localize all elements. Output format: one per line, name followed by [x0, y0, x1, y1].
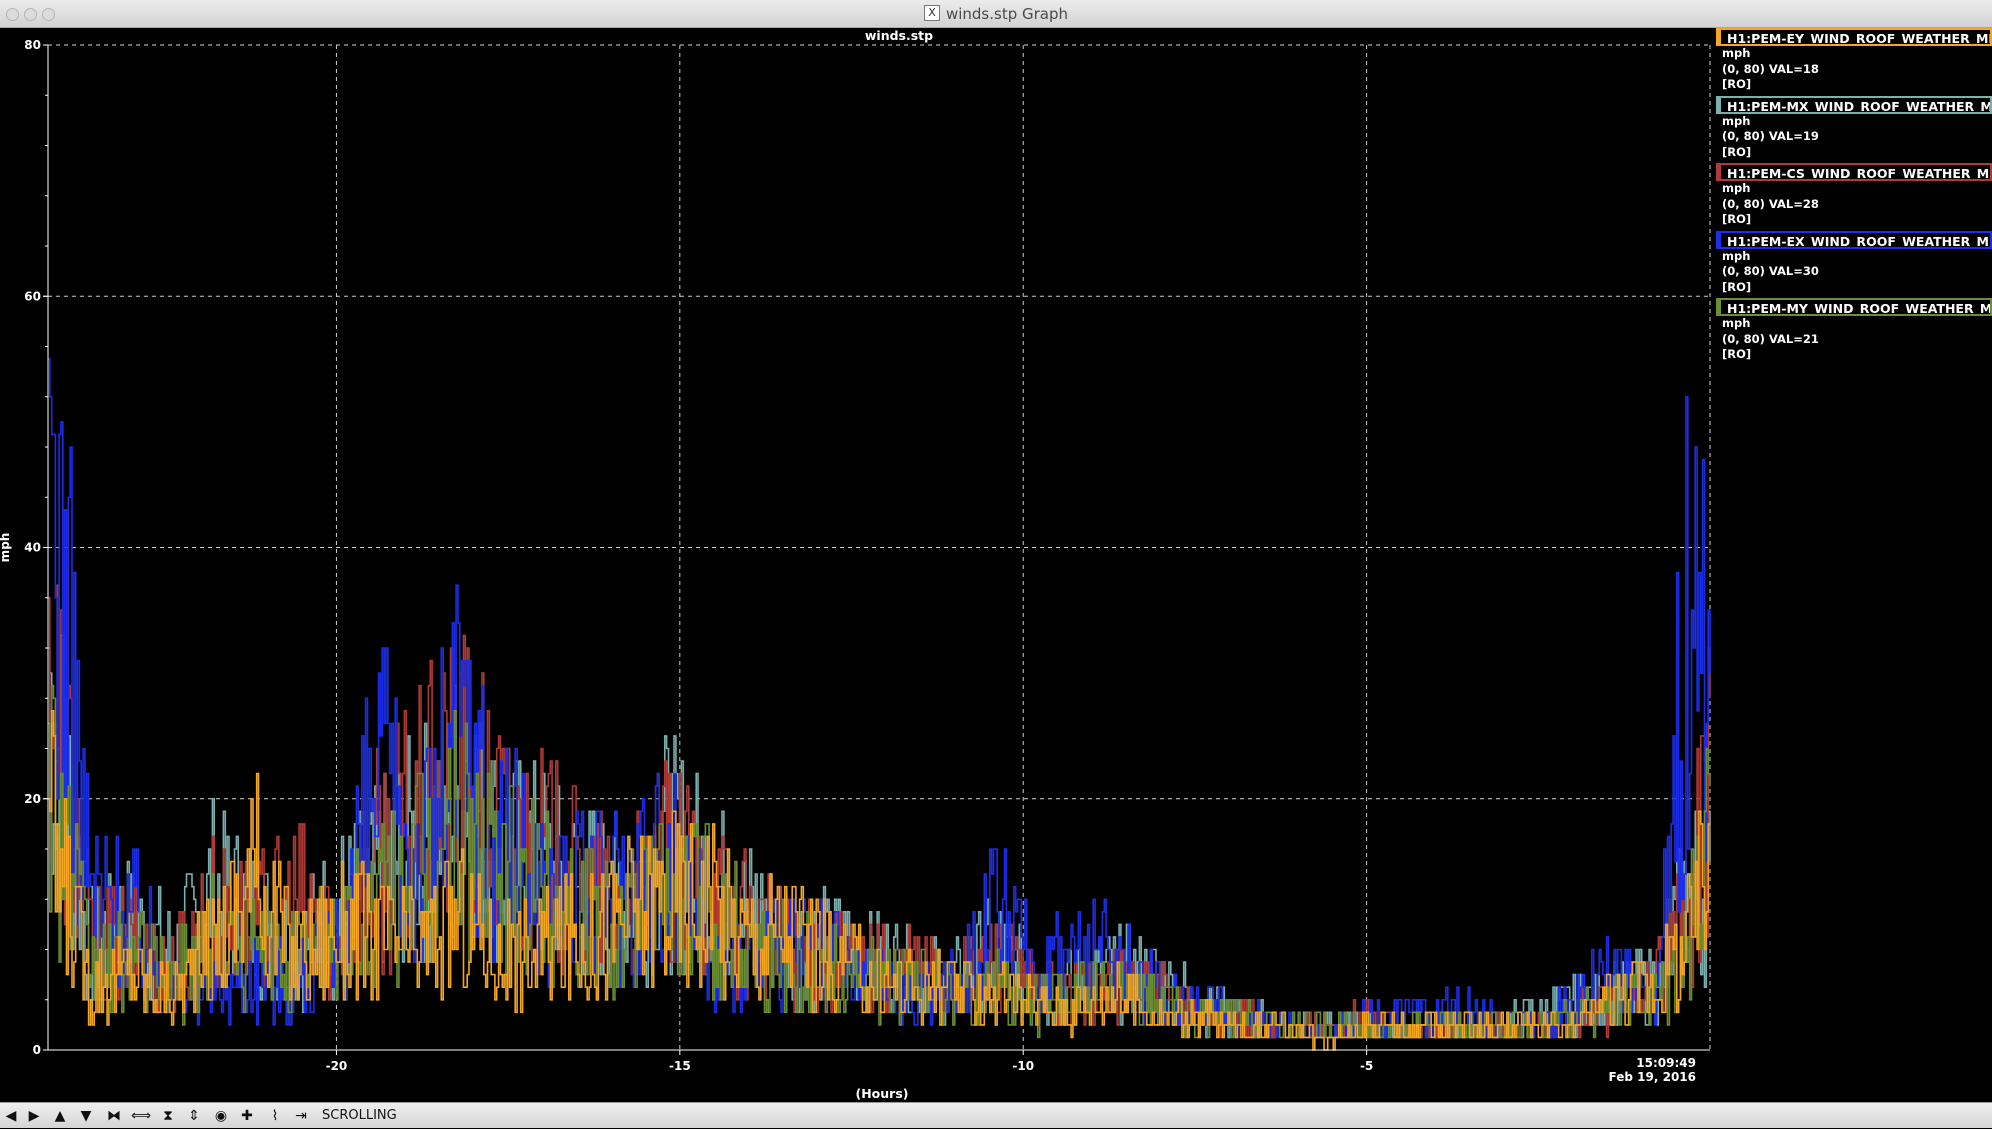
legend-range-value: (0, 80) VAL=30 [1722, 264, 1819, 278]
legend-channel-name[interactable]: H1:PEM-MY_WIND_ROOF_WEATHER_MPH [1716, 298, 1992, 316]
end-date-label: Feb 19, 2016 [1609, 1070, 1696, 1084]
bottom-toolbar: ◀ ▶ ▲ ▼ ⧓ ⟺ ⧗ ⇕ ◉ ✚ ⌇ ⇥ SCROLLING [0, 1102, 1992, 1128]
legend-mode: [RO] [1722, 212, 1752, 226]
legend-mode: [RO] [1722, 347, 1752, 361]
y-tick-label: 80 [24, 38, 41, 52]
legend-entry: H1:PEM-MX_WIND_ROOF_WEATHER_MPH mph (0, 80… [1716, 95, 1992, 161]
go-to-end-icon[interactable]: ⇥ [290, 1106, 312, 1126]
x-tick-label: -20 [326, 1059, 348, 1073]
legend-mode: [RO] [1722, 144, 1752, 159]
pan-right-icon[interactable]: ▶ [23, 1106, 45, 1126]
legend-channel-name[interactable]: H1:PEM-EX_WIND_ROOF_WEATHER_MPH [1716, 230, 1992, 249]
strip-chart[interactable]: 0 20 40 60 80 -20 -15 -10 -5 winds.stp (Hours) mph 1… [0, 28, 1716, 1102]
legend-channel-name[interactable]: H1:PEM-CS_WIND_ROOF_WEATHER_MPH [1716, 163, 1992, 181]
x-tick-label: -15 [669, 1059, 691, 1073]
legend-unit: mph [1722, 181, 1751, 195]
window-title-bar[interactable]: Xwinds.stp Graph [0, 0, 1992, 28]
zoom-out-horizontal-icon[interactable]: ⟺ [130, 1106, 152, 1126]
window-title-text: winds.stp Graph [945, 5, 1069, 23]
legend-unit: mph [1722, 113, 1751, 128]
x-axis-label: (Hours) [856, 1086, 909, 1101]
legend-range-value: (0, 80) VAL=28 [1722, 196, 1819, 211]
autoscale-icon[interactable]: ⌇ [264, 1106, 286, 1126]
end-time-label: 15:09:49 [1636, 1056, 1696, 1070]
legend-range-value: (0, 80) VAL=19 [1722, 129, 1819, 143]
channel-legend: H1:PEM-EY_WIND_ROOF_WEATHER_MPH mph (0, 80… [1716, 28, 1992, 366]
zoom-in-horizontal-icon[interactable]: ⧓ [103, 1106, 125, 1126]
legend-range-value: (0, 80) VAL=18 [1722, 61, 1819, 76]
x-tick-label: -5 [1360, 1059, 1373, 1073]
pan-left-icon[interactable]: ◀ [0, 1106, 22, 1126]
pan-up-icon[interactable]: ▲ [49, 1106, 71, 1126]
y-tick-label: 40 [24, 541, 41, 555]
legend-channel-name[interactable]: H1:PEM-EY_WIND_ROOF_WEATHER_MPH [1716, 28, 1992, 46]
y-tick-label: 20 [24, 792, 41, 806]
zoom-out-vertical-icon[interactable]: ⇕ [183, 1106, 205, 1126]
chart-title: winds.stp [865, 28, 933, 43]
legend-unit: mph [1722, 46, 1751, 60]
zoom-in-vertical-icon[interactable]: ⧗ [157, 1106, 179, 1126]
y-axis-label: mph [0, 533, 12, 563]
legend-unit: mph [1722, 316, 1751, 330]
window-title: Xwinds.stp Graph [0, 0, 1992, 28]
y-tick-label: 0 [33, 1043, 41, 1057]
legend-entry: H1:PEM-MY_WIND_ROOF_WEATHER_MPH mph (0, 80… [1716, 298, 1992, 363]
legend-unit: mph [1722, 248, 1751, 263]
mode-status-label: SCROLLING [322, 1108, 397, 1123]
legend-entry: H1:PEM-EY_WIND_ROOF_WEATHER_MPH mph (0, 80… [1716, 28, 1992, 93]
x11-app-icon: X [923, 4, 940, 21]
legend-mode: [RO] [1722, 77, 1752, 91]
legend-entry: H1:PEM-CS_WIND_ROOF_WEATHER_MPH mph (0, 80… [1716, 163, 1992, 228]
legend-entry: H1:PEM-EX_WIND_ROOF_WEATHER_MPH mph (0, 80… [1716, 230, 1992, 296]
add-icon[interactable]: ✚ [236, 1106, 258, 1126]
legend-mode: [RO] [1722, 279, 1752, 294]
pan-down-icon[interactable]: ▼ [75, 1106, 97, 1126]
legend-channel-name[interactable]: H1:PEM-MX_WIND_ROOF_WEATHER_MPH [1716, 95, 1992, 114]
y-tick-label: 60 [24, 289, 41, 303]
legend-range-value: (0, 80) VAL=21 [1722, 331, 1819, 346]
x-tick-label: -10 [1012, 1059, 1034, 1073]
record-icon[interactable]: ◉ [210, 1106, 232, 1126]
